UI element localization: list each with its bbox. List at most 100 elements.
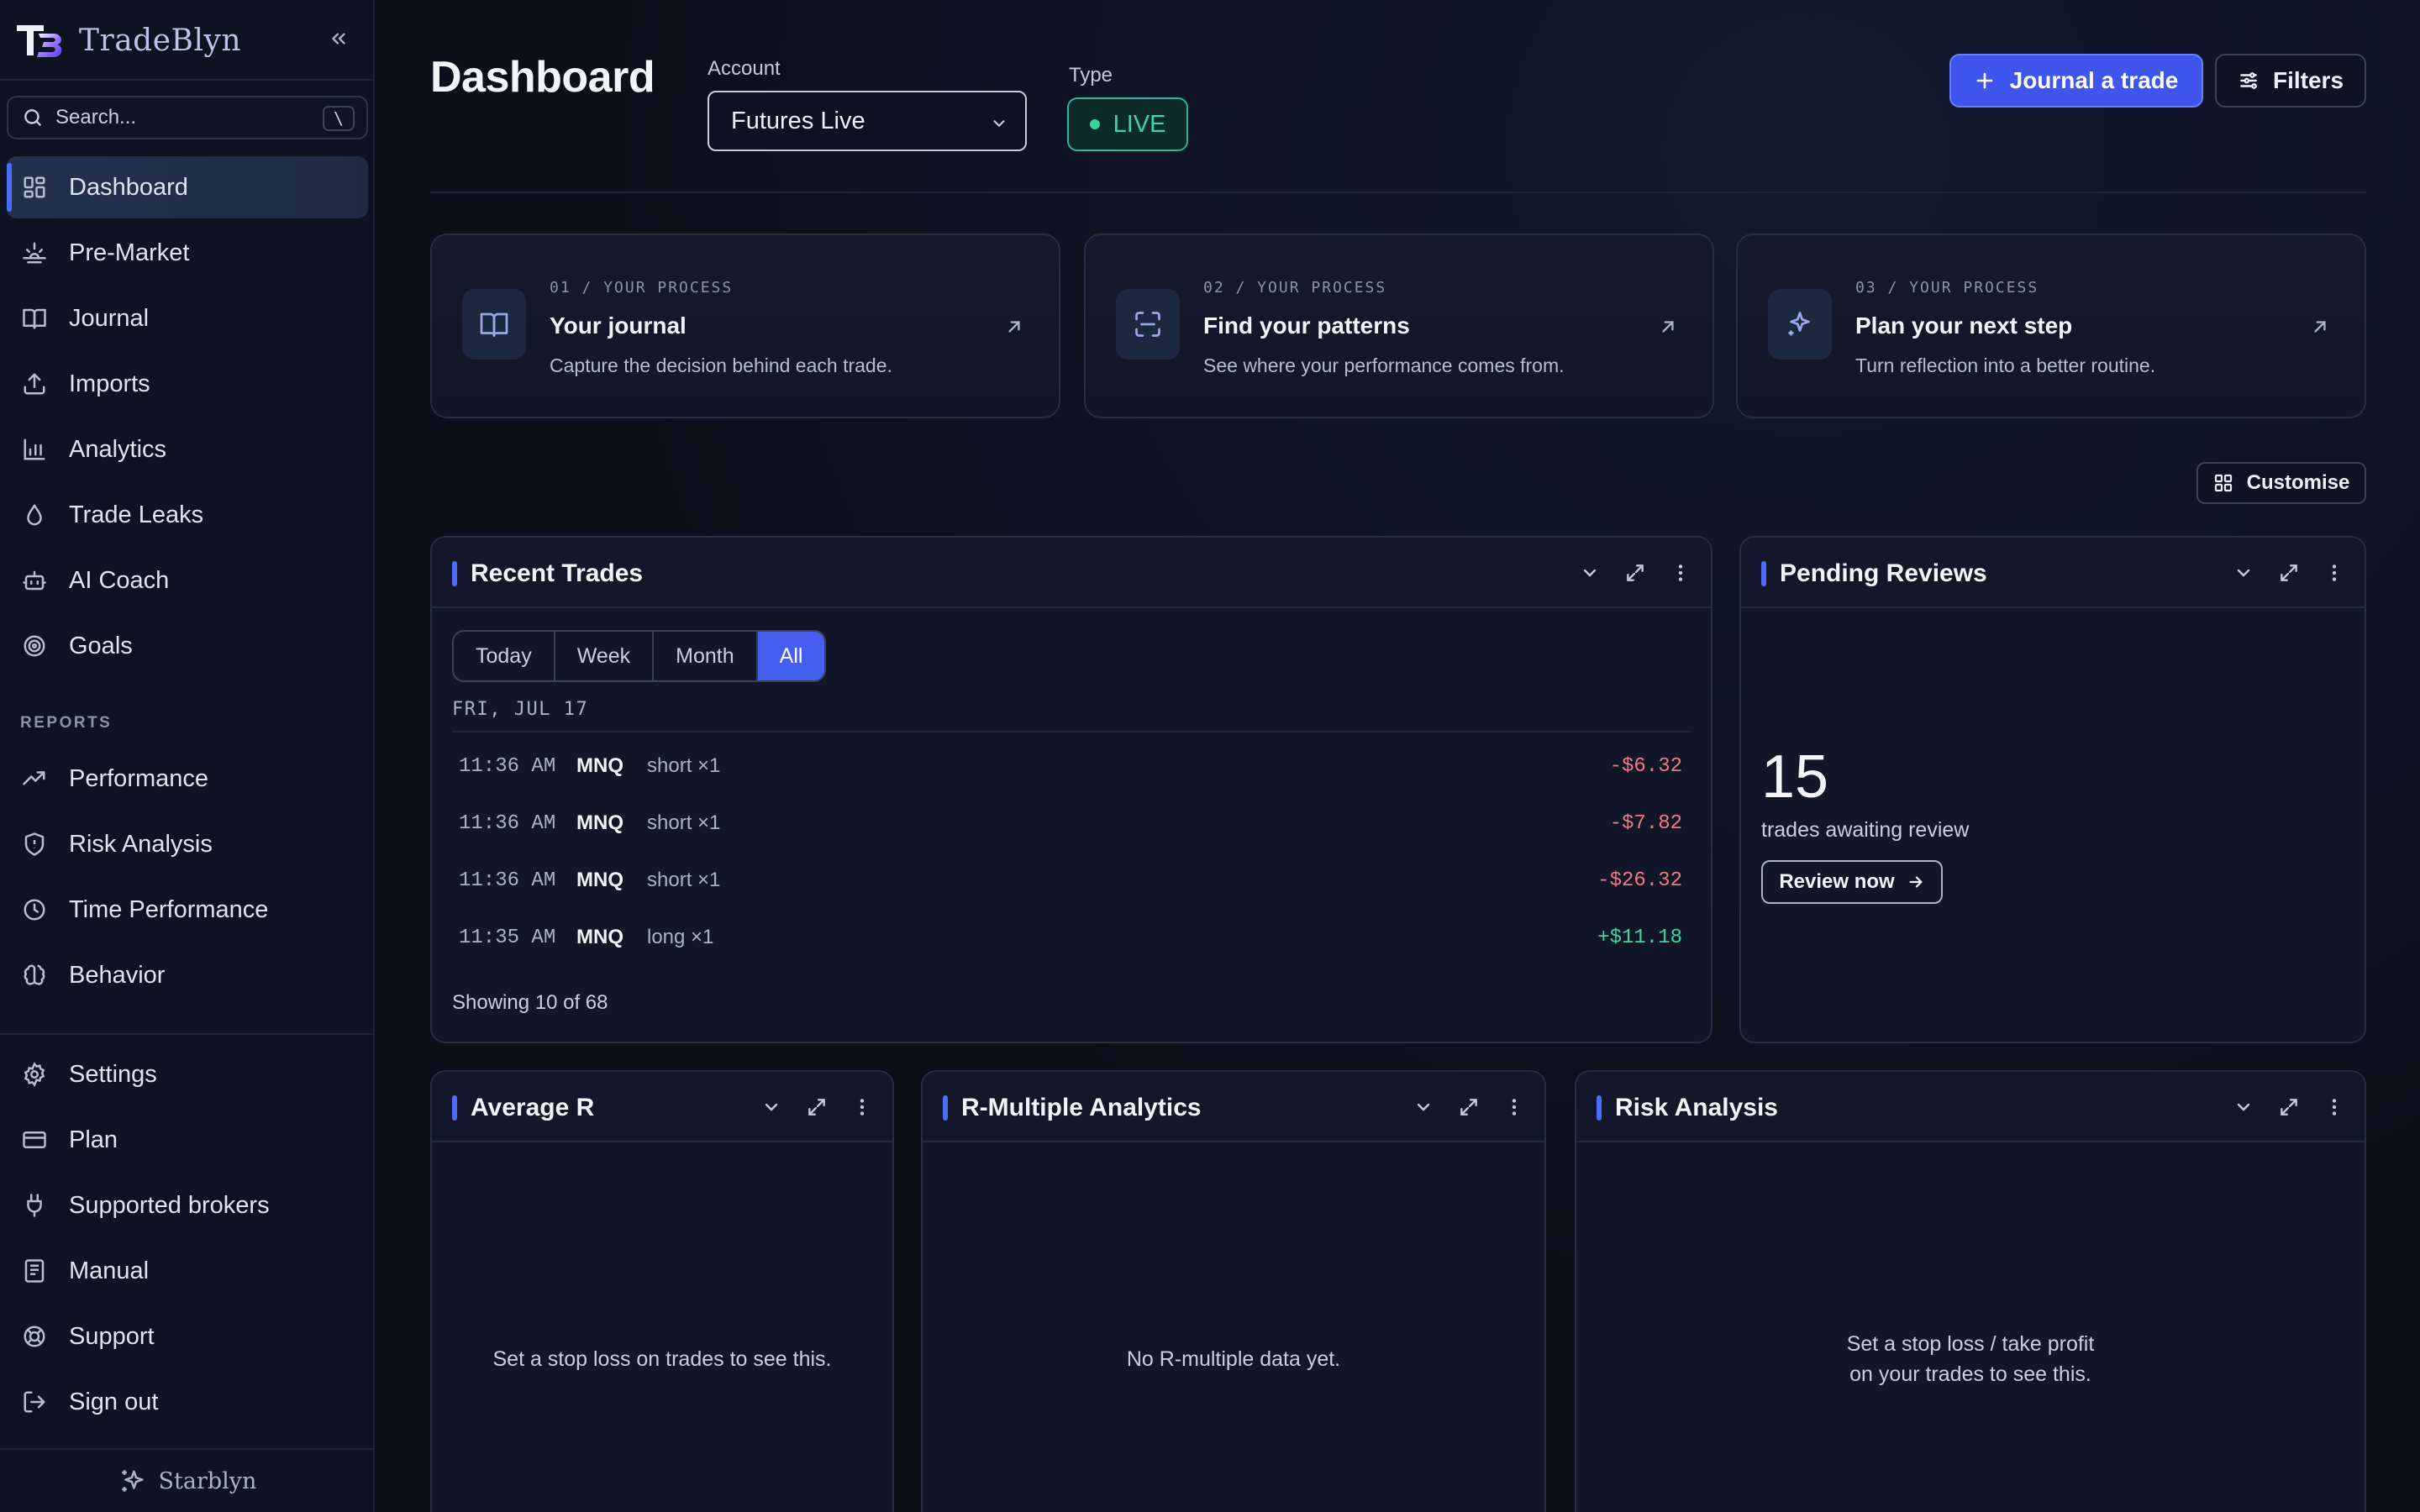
pending-reviews-widget: Pending Reviews 15 trades awaiting revie…	[1739, 536, 2366, 1043]
collapse-sidebar-button[interactable]	[324, 24, 353, 54]
trade-pnl: -$6.32	[1609, 754, 1682, 778]
more-vertical-icon[interactable]	[1667, 559, 1694, 586]
sidebar-item-goals[interactable]: Goals	[7, 615, 368, 677]
accent-bar	[943, 1095, 948, 1121]
sidebar-item-ai-coach[interactable]: AI Coach	[7, 549, 368, 612]
sidebar-item-label: Trade Leaks	[69, 501, 204, 528]
sidebar-item-label: AI Coach	[69, 566, 170, 594]
sidebar-item-sign-out[interactable]: Sign out	[7, 1371, 368, 1433]
sidebar-item-label: Analytics	[69, 435, 167, 463]
sidebar-item-journal[interactable]: Journal	[7, 287, 368, 349]
lifebuoy-icon	[20, 1322, 49, 1351]
chevron-down-icon[interactable]	[758, 1094, 785, 1121]
scan-icon	[1116, 289, 1180, 360]
table-row[interactable]: 11:35 AM MNQ long ×1 +$11.18	[452, 909, 1691, 966]
trade-symbol: MNQ	[576, 869, 623, 891]
header-divider	[430, 192, 2366, 193]
book-icon	[20, 304, 49, 333]
sidebar-divider	[0, 79, 375, 81]
filters-button[interactable]: Filters	[2215, 54, 2366, 108]
sidebar-item-risk-analysis[interactable]: Risk Analysis	[7, 813, 368, 875]
more-vertical-icon[interactable]	[2321, 1094, 2348, 1121]
sidebar-item-time-performance[interactable]: Time Performance	[7, 879, 368, 941]
review-now-button[interactable]: Review now	[1761, 860, 1943, 904]
range-week[interactable]: Week	[555, 632, 655, 680]
trade-time: 11:35 AM	[459, 926, 556, 949]
pending-review-count: 15	[1761, 743, 1829, 811]
more-vertical-icon[interactable]	[2321, 559, 2348, 586]
process-card-next-step[interactable]: 03 / YOUR PROCESS Plan your next step Tu…	[1736, 234, 2366, 418]
expand-icon[interactable]	[803, 1094, 830, 1121]
sidebar-item-manual[interactable]: Manual	[7, 1240, 368, 1302]
bot-icon	[20, 566, 49, 595]
chevron-down-icon[interactable]	[2230, 1094, 2257, 1121]
sidebar-item-analytics[interactable]: Analytics	[7, 418, 368, 480]
sidebar-item-settings[interactable]: Settings	[7, 1043, 368, 1105]
brand[interactable]: TradeBlyn	[15, 18, 241, 62]
sidebar-item-plan[interactable]: Plan	[7, 1109, 368, 1171]
grid-icon	[20, 173, 49, 202]
chevron-down-icon[interactable]	[1576, 559, 1603, 586]
target-icon	[20, 632, 49, 660]
arrow-right-icon	[1909, 876, 1923, 888]
more-vertical-icon[interactable]	[1501, 1094, 1528, 1121]
expand-icon[interactable]	[1622, 559, 1649, 586]
accent-bar	[1597, 1095, 1602, 1121]
footer-brand-name: Starblyn	[158, 1467, 257, 1494]
range-today[interactable]: Today	[454, 632, 555, 680]
sunrise-icon	[20, 239, 49, 267]
process-card-journal[interactable]: 01 / YOUR PROCESS Your journal Capture t…	[430, 234, 1060, 418]
app-root: TradeBlyn \ Dashboard Pre-Market Journal…	[0, 0, 2420, 1512]
search-box[interactable]: \	[7, 96, 368, 139]
process-description: See where your performance comes from.	[1203, 354, 1565, 376]
sidebar-item-supported-brokers[interactable]: Supported brokers	[7, 1174, 368, 1236]
sidebar-item-label: Imports	[69, 370, 150, 397]
review-now-label: Review now	[1779, 870, 1895, 893]
widget-header: Average R	[432, 1072, 892, 1142]
sidebar-item-label: Performance	[69, 764, 209, 792]
widget-tools	[1576, 559, 1694, 586]
table-row[interactable]: 11:36 AM MNQ short ×1 -$26.32	[452, 852, 1691, 909]
account-select[interactable]: Futures Live	[708, 91, 1027, 151]
trade-symbol: MNQ	[576, 754, 623, 777]
sidebar-item-pre-market[interactable]: Pre-Market	[7, 222, 368, 284]
brain-icon	[20, 961, 49, 990]
footer-brand[interactable]: Starblyn	[0, 1450, 375, 1512]
sidebar-item-support[interactable]: Support	[7, 1305, 368, 1368]
process-card-patterns[interactable]: 02 / YOUR PROCESS Find your patterns See…	[1084, 234, 1714, 418]
process-kicker: 01 / YOUR PROCESS	[550, 279, 734, 297]
date-divider	[452, 731, 1691, 732]
table-row[interactable]: 11:36 AM MNQ short ×1 -$7.82	[452, 795, 1691, 852]
range-month[interactable]: Month	[654, 632, 758, 680]
sidebar-item-behavior[interactable]: Behavior	[7, 944, 368, 1006]
process-kicker: 03 / YOUR PROCESS	[1855, 279, 2039, 297]
more-vertical-icon[interactable]	[849, 1094, 876, 1121]
sidebar-item-trade-leaks[interactable]: Trade Leaks	[7, 484, 368, 546]
journal-a-trade-button[interactable]: Journal a trade	[1949, 54, 2203, 108]
expand-icon[interactable]	[2275, 1094, 2302, 1121]
expand-icon[interactable]	[2275, 559, 2302, 586]
credit-card-icon	[20, 1126, 49, 1154]
sidebar: TradeBlyn \ Dashboard Pre-Market Journal…	[0, 0, 375, 1512]
sidebar-item-imports[interactable]: Imports	[7, 353, 368, 415]
sidebar-item-label: Manual	[69, 1257, 150, 1284]
trade-side: short ×1	[647, 811, 721, 834]
chevron-down-icon[interactable]	[1410, 1094, 1437, 1121]
widget-title: Recent Trades	[471, 559, 644, 587]
filters-label: Filters	[2272, 67, 2344, 93]
main-content: Dashboard Account Futures Live Type LIVE…	[376, 0, 2420, 1512]
type-badge: LIVE	[1067, 97, 1188, 151]
widget-header: Risk Analysis	[1576, 1072, 2365, 1142]
customise-button[interactable]: Customise	[2196, 462, 2366, 504]
range-all[interactable]: All	[757, 632, 825, 680]
table-row[interactable]: 11:36 AM MNQ short ×1 -$6.32	[452, 738, 1691, 795]
sidebar-item-dashboard[interactable]: Dashboard	[7, 156, 368, 218]
upload-icon	[20, 370, 49, 398]
search-input[interactable]	[55, 106, 308, 129]
process-description: Capture the decision behind each trade.	[550, 354, 892, 376]
expand-icon[interactable]	[1455, 1094, 1482, 1121]
plug-icon	[20, 1191, 49, 1220]
sidebar-item-performance[interactable]: Performance	[7, 748, 368, 810]
empty-state-message: No R-multiple data yet.	[1126, 1347, 1341, 1371]
chevron-down-icon[interactable]	[2230, 559, 2257, 586]
